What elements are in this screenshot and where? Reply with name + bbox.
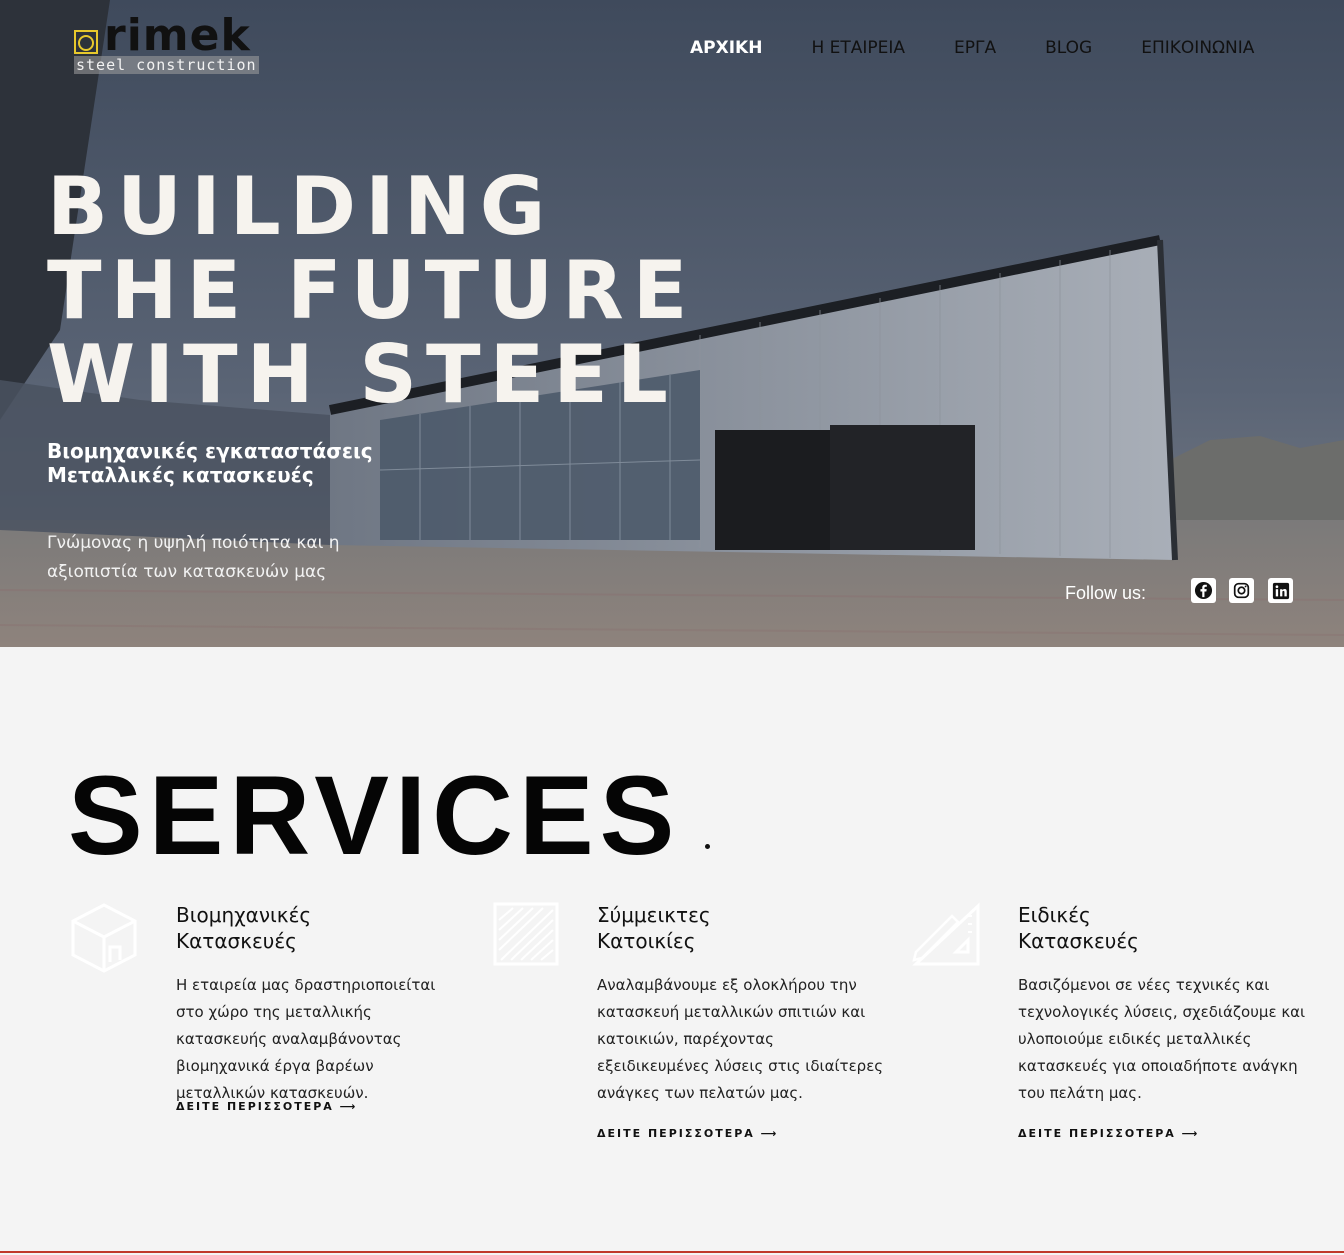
service-title: Σύμμεικτες Κατοικίες xyxy=(597,902,797,954)
service-title: Ειδικές Κατασκευές xyxy=(1018,902,1218,954)
decorative-dot xyxy=(705,844,710,849)
service-title-line: Ειδικές xyxy=(1018,903,1091,927)
hero-headline-line: WITH STEEL xyxy=(47,328,677,421)
hero-headline-line: THE FUTURE xyxy=(47,244,697,337)
service-title-line: Σύμμεικτες xyxy=(597,903,711,927)
nav-item-blog[interactable]: BLOG xyxy=(1045,36,1092,60)
hero-tagline: Γνώμονας η υψηλή ποιότητα και η αξιοπιστ… xyxy=(47,533,340,582)
hero-subheading-line: Βιομηχανικές εγκαταστάσεις xyxy=(47,439,373,463)
nav-item-company[interactable]: Η ΕΤΑΙΡΕΙΑ xyxy=(811,36,905,60)
service-title-line: Κατοικίες xyxy=(597,929,696,953)
box-icon xyxy=(71,903,137,973)
ruler-pencil-icon xyxy=(912,902,980,966)
follow-us-label: Follow us: xyxy=(1065,583,1147,603)
hero-section: rimek steel construction ΑΡΧΙΚΗ Η ΕΤΑΙΡΕ… xyxy=(0,0,1344,647)
hero-subheading: Βιομηχανικές εγκαταστάσεις Μεταλλικές κα… xyxy=(47,439,373,487)
logo-emblem-icon xyxy=(74,30,98,54)
service-title-line: Κατασκευές xyxy=(176,929,297,953)
read-more-link[interactable]: ΔΕΙΤΕ ΠΕΡΙΣΣΟΤΕΡΑ ⟶ xyxy=(176,1100,357,1113)
main-navigation: ΑΡΧΙΚΗ Η ΕΤΑΙΡΕΙΑ ΕΡΓΑ BLOG ΕΠΙΚΟΙΝΩΝΙΑ xyxy=(690,36,1254,60)
service-description: Βασιζόμενοι σε νέες τεχνικές και τεχνολο… xyxy=(1018,976,1306,1102)
hero-subheading-line: Μεταλλικές κατασκευές xyxy=(47,463,314,487)
site-logo[interactable]: rimek steel construction xyxy=(74,14,264,76)
service-description: Αναλαμβάνουμε εξ ολοκλήρου την κατασκευή… xyxy=(597,976,884,1102)
service-title: Βιομηχανικές Κατασκευές xyxy=(176,902,376,954)
service-description: Η εταιρεία μας δραστηριοποιείται στο χώρ… xyxy=(176,976,436,1102)
logo-tagline: steel construction xyxy=(74,56,259,74)
service-title-line: Βιομηχανικές xyxy=(176,903,312,927)
linkedin-icon[interactable] xyxy=(1268,578,1293,603)
read-more-link[interactable]: ΔΕΙΤΕ ΠΕΡΙΣΣΟΤΕΡΑ ⟶ xyxy=(1018,1127,1199,1140)
facebook-icon[interactable] xyxy=(1191,578,1216,603)
hero-headline-line: BUILDING xyxy=(47,160,555,253)
read-more-link[interactable]: ΔΕΙΤΕ ΠΕΡΙΣΣΟΤΕΡΑ ⟶ xyxy=(597,1127,778,1140)
hatched-square-icon xyxy=(493,902,559,966)
instagram-icon[interactable] xyxy=(1229,578,1254,603)
section-divider xyxy=(0,1251,1344,1253)
nav-item-home[interactable]: ΑΡΧΙΚΗ xyxy=(690,36,762,60)
nav-item-contact[interactable]: ΕΠΙΚΟΙΝΩΝΙΑ xyxy=(1141,36,1254,60)
logo-wordmark: rimek xyxy=(104,10,251,61)
service-title-line: Κατασκευές xyxy=(1018,929,1139,953)
nav-item-projects[interactable]: ΕΡΓΑ xyxy=(954,36,996,60)
services-heading: SERVICES xyxy=(68,753,681,878)
hero-headline: BUILDING THE FUTURE WITH STEEL xyxy=(47,165,696,417)
